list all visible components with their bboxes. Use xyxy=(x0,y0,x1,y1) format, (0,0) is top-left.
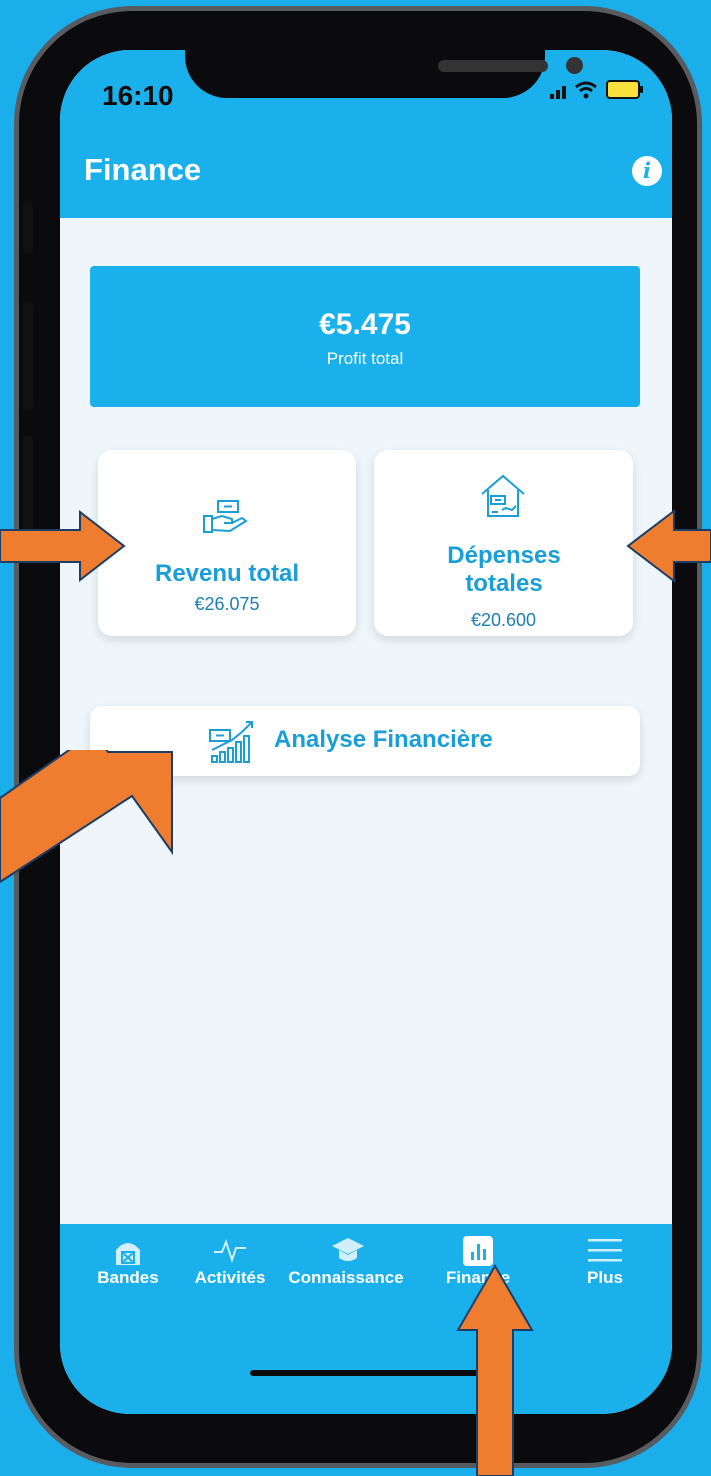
page-title: Finance xyxy=(84,152,202,187)
home-indicator xyxy=(250,1370,486,1376)
expense-title-line1: Dépenses xyxy=(447,542,561,569)
notch xyxy=(185,50,583,98)
tab-label: Plus xyxy=(587,1268,623,1287)
arrow-to-analysis xyxy=(0,750,173,884)
hand-money-icon xyxy=(202,498,252,543)
tab-bandes[interactable]: Bandes xyxy=(88,1224,168,1304)
financial-analysis-label: Analyse Financière xyxy=(274,726,493,753)
revenue-card[interactable]: Revenu total €26.075 xyxy=(98,450,356,636)
status-icons xyxy=(550,80,643,99)
arrow-to-expenses xyxy=(626,508,711,584)
tab-connaissance[interactable]: Connaissance xyxy=(288,1224,408,1304)
arrow-to-revenue xyxy=(0,510,126,582)
bottom-tab-bar: Bandes Activités Connaissance Finance Pl… xyxy=(60,1224,672,1414)
tab-label: Bandes xyxy=(97,1268,159,1287)
signal-icon xyxy=(550,86,566,99)
app-header: Finance i xyxy=(60,130,672,218)
activity-pulse-icon xyxy=(214,1239,246,1264)
volume-up-button xyxy=(23,301,33,411)
wifi-icon xyxy=(575,81,597,99)
tab-label: Connaissance xyxy=(288,1268,404,1287)
speaker xyxy=(438,60,548,72)
house-expense-icon xyxy=(478,472,528,527)
expense-card[interactable]: Dépenses totales €20.600 xyxy=(374,450,633,636)
front-camera xyxy=(566,57,583,74)
silent-switch xyxy=(23,201,33,253)
revenue-value: €26.075 xyxy=(194,594,260,614)
status-time: 16:10 xyxy=(102,80,174,111)
expense-title: Dépenses totales xyxy=(404,542,604,598)
battery-icon xyxy=(606,80,643,99)
expense-value: €20.600 xyxy=(470,610,537,630)
profit-label: Profit total xyxy=(326,349,404,368)
tab-plus[interactable]: Plus xyxy=(570,1224,640,1304)
profit-value: €5.475 xyxy=(319,308,411,341)
app-screen: 16:10 Finance i €5.475 Profit total Reve… xyxy=(60,50,672,1414)
graduation-cap-icon xyxy=(332,1238,364,1261)
expense-title-line2: totales xyxy=(465,570,543,597)
tab-activites[interactable]: Activités xyxy=(176,1224,284,1304)
profit-summary-card: €5.475 Profit total xyxy=(90,266,640,407)
menu-icon xyxy=(588,1239,622,1262)
revenue-title: Revenu total xyxy=(154,560,300,587)
info-icon[interactable]: i xyxy=(632,156,662,186)
arrow-to-finance-tab xyxy=(456,1264,534,1476)
barn-icon xyxy=(116,1243,140,1265)
tab-label: Activités xyxy=(194,1268,266,1287)
growth-chart-icon xyxy=(208,718,258,769)
